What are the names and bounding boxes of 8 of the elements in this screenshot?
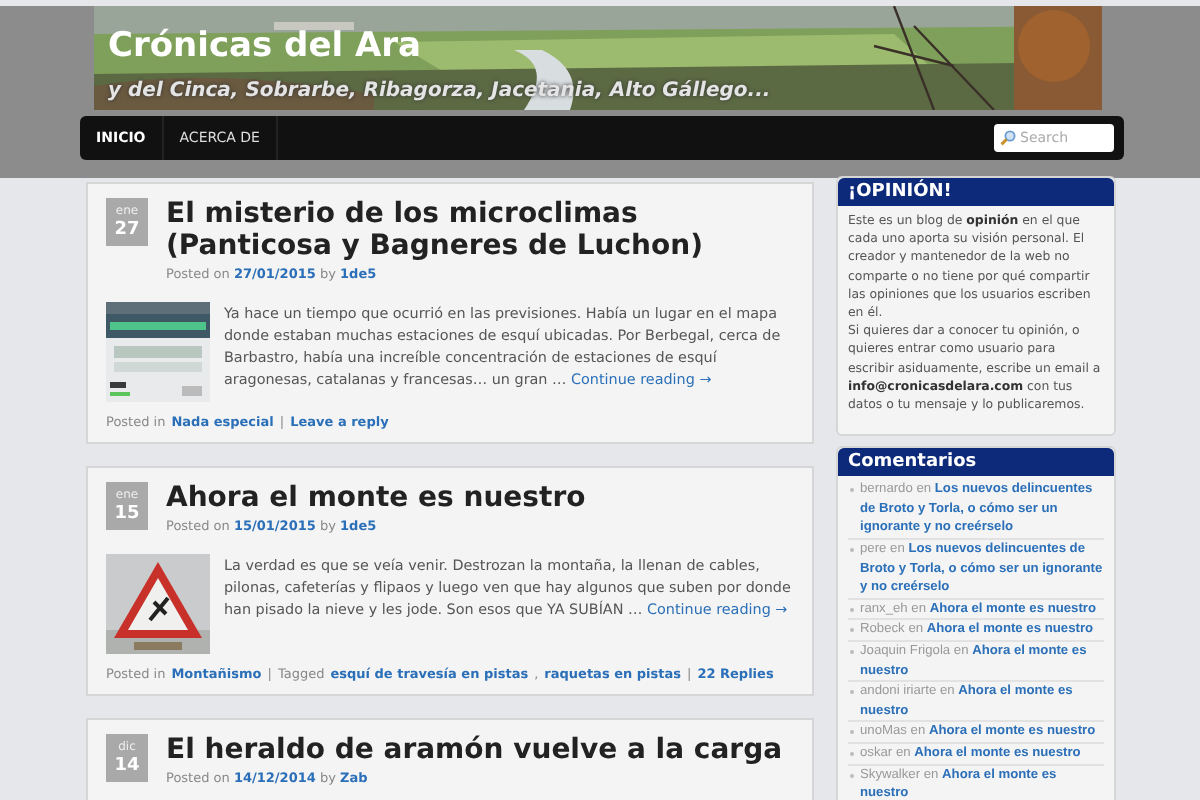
date-day: 15 [114,501,140,525]
post-title[interactable]: Ahora el monte es nuestro [166,482,586,514]
date-day: 27 [114,217,140,241]
post-title[interactable]: El heraldo de aramón vuelve a la carga [166,734,783,766]
widget-title: ¡OPINIÓN! [838,178,1114,206]
widget-title: Comentarios [838,448,1114,477]
post-title[interactable]: El misterio de los microclimas (Panticosa y Bagneres de Luchon) [166,198,794,262]
date-day: 14 [114,753,140,777]
